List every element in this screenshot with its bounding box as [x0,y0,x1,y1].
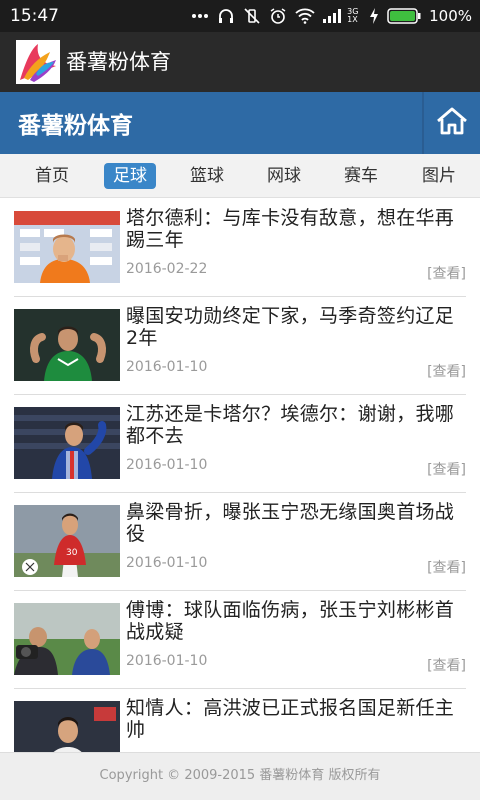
tab-pictures[interactable]: 图片 [419,163,459,189]
home-button[interactable] [424,92,480,154]
article-title[interactable]: 塔尔德利：与库卡没有敌意，想在华再踢三年 [126,207,466,251]
alarm-icon [269,7,287,25]
article-date: 2016-01-10 [126,457,208,473]
tab-basketball[interactable]: 篮球 [187,163,227,189]
article-title[interactable]: 曝国安功勋终定下家，马季奇签约辽足2年 [126,305,466,349]
view-link[interactable]: [查看] [427,263,466,283]
site-header: 番薯粉体育 [0,92,480,154]
app-logo-icon [16,40,60,84]
status-icons: 3G 1X 100% [191,0,472,32]
article-date: 2016-01-10 [126,359,208,375]
signal-icon: 3G 1X [323,8,361,24]
article-title[interactable]: 傅博：球队面临伤病，张玉宁刘彬彬首战成疑 [126,599,466,643]
charging-icon [369,8,379,24]
article-thumbnail [14,211,120,283]
category-tabs: 首页 足球 篮球 网球 赛车 图片 [0,154,480,198]
home-icon [435,106,469,140]
headphones-icon [217,7,235,25]
article-item[interactable]: 塔尔德利：与库卡没有敌意，想在华再踢三年 2016-02-22 [查看] [14,199,466,297]
view-link[interactable]: [查看] [427,361,466,381]
article-thumbnail [14,603,120,675]
article-item[interactable]: 30 鼻梁骨折，曝张玉宁恐无缘国奥首场战役 2016-01-10 [查看] [14,493,466,591]
svg-text:30: 30 [66,548,78,558]
tab-football[interactable]: 足球 [104,163,156,189]
article-date: 2016-01-10 [126,555,208,571]
article-title[interactable]: 鼻梁骨折，曝张玉宁恐无缘国奥首场战役 [126,501,466,545]
article-item[interactable]: 江苏还是卡塔尔？埃德尔：谢谢，我哪都不去 2016-01-10 [查看] [14,395,466,493]
view-link[interactable]: [查看] [427,557,466,577]
more-dots-icon [191,13,209,19]
tab-tennis[interactable]: 网球 [264,163,304,189]
article-thumbnail: 30 [14,505,120,577]
article-thumbnail [14,309,120,381]
article-thumbnail [14,407,120,479]
article-title[interactable]: 知情人：高洪波已正式报名国足新任主帅 [126,697,466,741]
app-bar: 番薯粉体育 [0,32,480,92]
article-date: 2016-02-22 [126,261,208,277]
network-type-label: 3G 1X [347,7,359,24]
article-item[interactable]: 傅博：球队面临伤病，张玉宁刘彬彬首战成疑 2016-01-10 [查看] [14,591,466,689]
vibrate-off-icon [243,7,261,25]
tab-home[interactable]: 首页 [32,163,72,189]
battery-icon [387,8,421,24]
footer: Copyright © 2009-2015 番薯粉体育 版权所有 [0,752,480,800]
status-time: 15:47 [10,6,59,26]
copyright-text: Copyright © 2009-2015 番薯粉体育 版权所有 [99,768,381,783]
app-title: 番薯粉体育 [66,50,171,74]
article-item[interactable]: 曝国安功勋终定下家，马季奇签约辽足2年 2016-01-10 [查看] [14,297,466,395]
article-title[interactable]: 江苏还是卡塔尔？埃德尔：谢谢，我哪都不去 [126,403,466,447]
view-link[interactable]: [查看] [427,459,466,479]
view-link[interactable]: [查看] [427,655,466,675]
site-title: 番薯粉体育 [18,113,133,139]
battery-percent: 100% [429,7,472,25]
article-date: 2016-01-10 [126,653,208,669]
status-bar: 15:47 3G 1X 100% [0,0,480,32]
wifi-icon [295,8,315,24]
tab-racing[interactable]: 赛车 [341,163,381,189]
